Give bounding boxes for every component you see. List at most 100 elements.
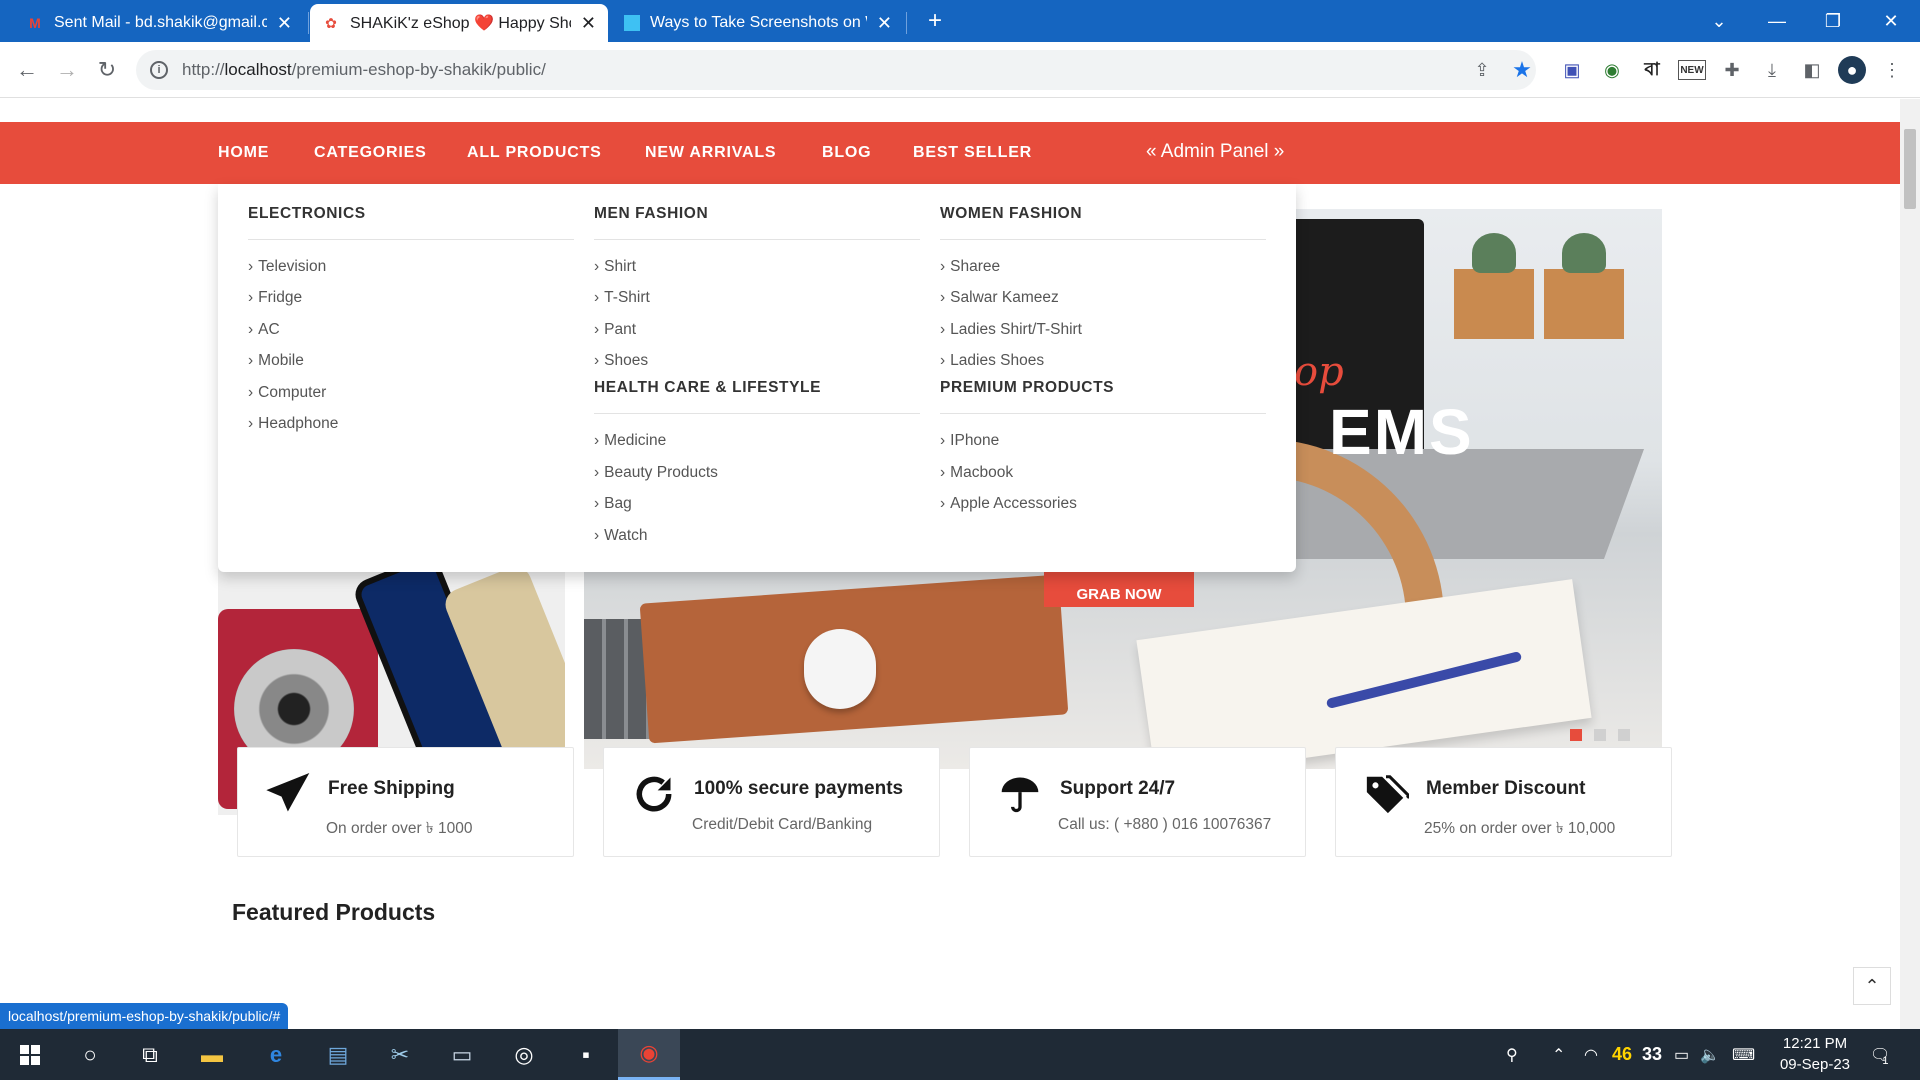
menu-heading-women-fashion[interactable]: WOMEN FASHION [940,188,1266,240]
menu-heading-men-fashion[interactable]: MEN FASHION [594,188,920,240]
extensions-puzzle-icon[interactable]: ✚ [1718,56,1746,84]
article-icon [624,15,640,31]
menu-item[interactable]: › Salwar Kameez [940,288,1059,308]
volume-icon[interactable]: 🔈 [1700,1029,1720,1080]
nav-blog[interactable]: BLOG [822,122,871,184]
menu-item[interactable]: › Medicine [594,431,666,451]
close-tab-icon[interactable]: ✕ [877,13,892,34]
save-icon[interactable]: ▣ [1558,56,1586,84]
menu-item[interactable]: › Macbook [940,463,1013,483]
share-icon[interactable]: ⇪ [1468,56,1496,84]
page-scrollbar[interactable] [1900,99,1920,1029]
close-window-icon[interactable]: ✕ [1866,0,1916,42]
tab-screenshots[interactable]: Ways to Take Screenshots on Windows ✕ [612,4,904,42]
minimize-icon[interactable]: — [1752,0,1802,42]
menu-item[interactable]: › Sharee [940,257,1000,277]
slider-dot[interactable] [1618,729,1630,741]
tab-eshop[interactable]: ✿ SHAKiK'z eShop ❤️ Happy Shopping ✕ [310,4,608,42]
slider-dots [1570,729,1630,741]
tray-chevron-icon[interactable]: ⌃ [1552,1029,1565,1080]
battery-icon[interactable]: ▭ [1674,1029,1689,1080]
menu-item[interactable]: › Headphone [248,414,338,434]
grab-now-button[interactable]: GRAB NOW [1044,569,1194,607]
control-panel-icon[interactable]: ▤ [308,1029,368,1080]
slider-dot[interactable] [1570,729,1582,741]
menu-item[interactable]: › Watch [594,526,648,546]
reload-icon[interactable]: ↻ [89,52,125,88]
app-window-icon[interactable]: ▭ [432,1029,492,1080]
tags-icon [1362,770,1410,818]
menu-item[interactable]: › Computer [248,383,326,403]
nav-all-products[interactable]: ALL PRODUCTS [467,122,602,184]
download-icon[interactable]: ⤓ [1758,56,1786,84]
chrome-icon[interactable]: ◉ [618,1029,680,1080]
people-icon[interactable]: ⚲ [1506,1029,1518,1080]
task-view-icon[interactable]: ⧉ [120,1029,180,1080]
menu-heading-electronics[interactable]: ELECTRONICS [248,188,574,240]
snipping-tool-icon[interactable]: ✂ [370,1029,430,1080]
start-windows-icon[interactable] [0,1029,60,1080]
site-info-icon[interactable]: i [150,61,168,79]
new-extension-icon[interactable]: NEW [1678,60,1706,80]
status-url-tooltip: localhost/premium-eshop-by-shakik/public… [0,1003,289,1029]
refresh-icon [630,770,678,818]
menu-item[interactable]: › Shirt [594,257,636,277]
close-tab-icon[interactable]: ✕ [277,13,292,34]
new-tab-button[interactable]: + [910,0,960,42]
url-field[interactable]: i http://localhost/premium-eshop-by-shak… [136,50,1536,90]
file-explorer-icon[interactable]: ▬ [182,1029,242,1080]
admin-panel-link[interactable]: « Admin Panel » [1146,122,1284,184]
address-bar-row: ← → ↻ i http://localhost/premium-eshop-b… [0,42,1920,98]
notification-icon[interactable]: 🗨 1 [1870,1029,1890,1080]
wifi-icon[interactable]: ◠ [1584,1029,1598,1080]
nav-best-seller[interactable]: BEST SELLER [913,122,1032,184]
side-panel-icon[interactable]: ◧ [1798,56,1826,84]
feature-free-shipping: Free Shipping On order over ৳ 1000 [237,747,574,857]
tab-gmail[interactable]: M Sent Mail - bd.shakik@gmail.com ✕ [14,4,304,42]
menu-item[interactable]: › T-Shirt [594,288,650,308]
restore-icon[interactable]: ❐ [1808,0,1858,42]
menu-item[interactable]: › Mobile [248,351,304,371]
back-icon[interactable]: ← [9,52,45,88]
menu-item[interactable]: › Ladies Shirt/T-Shirt [940,320,1082,340]
menu-item[interactable]: › AC [248,320,280,340]
menu-heading-health-care[interactable]: HEALTH CARE & LIFESTYLE [594,362,920,414]
keyboard-icon[interactable]: ⌨ [1732,1029,1755,1080]
nav-categories[interactable]: CATEGORIES [314,122,427,184]
menu-item[interactable]: › Apple Accessories [940,494,1077,514]
bangla-extension-icon[interactable]: বা [1638,56,1666,84]
edge-icon[interactable]: e [246,1029,306,1080]
windows-taskbar: ○ ⧉ ▬ e ▤ ✂ ▭ ◎ ▪ ◉ ⚲ ⌃ ◠ 46 33 ▭ 🔈 ⌨ 12… [0,1029,1920,1080]
web-page: HOME CATEGORIES ALL PRODUCTS NEW ARRIVAL… [0,99,1900,1029]
browser-tab-bar: M Sent Mail - bd.shakik@gmail.com ✕ ✿ SH… [0,0,1920,42]
menu-item[interactable]: › Pant [594,320,636,340]
menu-item[interactable]: › IPhone [940,431,999,451]
menu-item[interactable]: › Bag [594,494,632,514]
clock[interactable]: 12:21 PM 09-Sep-23 [1760,1033,1870,1075]
menu-item[interactable]: › Fridge [248,288,302,308]
forward-icon[interactable]: → [49,52,85,88]
hero-headline: EMS [1329,396,1474,468]
cortana-search-icon[interactable]: ○ [60,1029,120,1080]
nav-home[interactable]: HOME [218,122,269,184]
menu-item[interactable]: › Beauty Products [594,463,718,483]
whatsapp-icon[interactable]: ◎ [494,1029,554,1080]
tab-search-icon[interactable]: ⌄ [1694,0,1744,42]
slider-dot[interactable] [1594,729,1606,741]
menu-heading-premium-products[interactable]: PREMIUM PRODUCTS [940,362,1266,414]
nav-new-arrivals[interactable]: NEW ARRIVALS [645,122,776,184]
categories-mega-menu: ELECTRONICS › Television › Fridge › AC › Mob… [218,184,1296,572]
close-tab-icon[interactable]: ✕ [581,13,596,34]
globe-extension-icon[interactable]: ◉ [1598,56,1626,84]
scroll-to-top-button[interactable]: ⌃ [1853,967,1891,1005]
gpu-temp-badge: 33 [1642,1044,1663,1064]
scrollbar-thumb[interactable] [1904,129,1916,209]
menu-item[interactable]: › Television [248,257,326,277]
terminal-icon[interactable]: ▪ [556,1029,616,1080]
browser-menu-icon[interactable]: ⋮ [1878,56,1906,84]
bookmark-star-icon[interactable]: ★ [1508,56,1536,84]
profile-avatar-icon[interactable]: ● [1838,56,1866,84]
feature-member-discount: Member Discount 25% on order over ৳ 10,0… [1335,747,1672,857]
gmail-icon: M [29,15,41,31]
featured-products-heading: Featured Products [232,899,436,925]
